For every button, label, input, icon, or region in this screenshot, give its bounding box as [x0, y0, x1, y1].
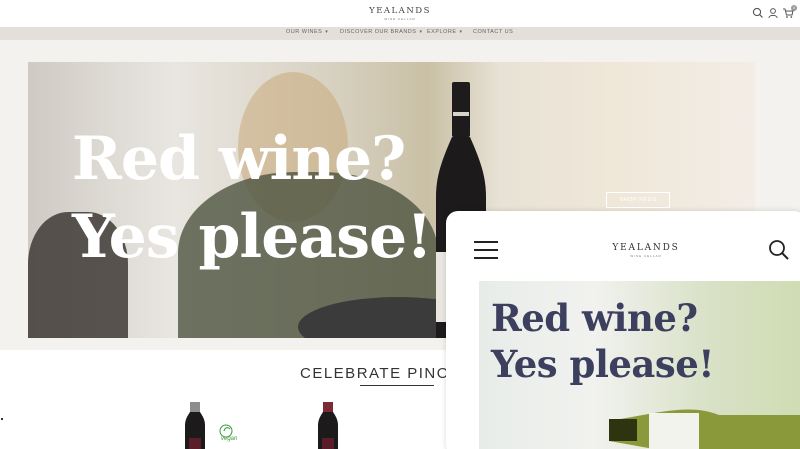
product-bottle-image[interactable]: [184, 402, 206, 449]
tablet-preview: YEALANDS WINE CELLAR Red wine? Yes pleas…: [446, 211, 800, 449]
hamburger-menu-icon[interactable]: [474, 240, 498, 260]
tablet-hero-headline-line2: Yes please!: [491, 342, 715, 386]
main-navigation: OUR WINES ▾ DISCOVER OUR BRANDS ▾ EXPLORE ▾…: [0, 27, 800, 40]
nav-item-label: CONTACT US: [473, 29, 514, 35]
search-icon[interactable]: [768, 239, 790, 261]
hero-headline: Red wine? Yes please!: [72, 120, 433, 276]
search-icon[interactable]: [752, 7, 764, 19]
product-bottle-image[interactable]: [317, 402, 339, 449]
logo-subtext: WINE CELLAR: [384, 17, 416, 21]
site-logo[interactable]: YEALANDS WINE CELLAR: [368, 6, 432, 21]
vegan-badge-icon: vegan: [219, 424, 238, 442]
tablet-logo-text: YEALANDS: [612, 243, 680, 253]
site-header: YEALANDS WINE CELLAR 0: [0, 0, 800, 27]
section-title-underline: [360, 385, 434, 386]
nav-item-label: EXPLORE: [427, 29, 457, 35]
shop-reds-button[interactable]: SHOP REDS: [606, 192, 670, 208]
user-icon[interactable]: [767, 7, 779, 19]
hero-headline-line1: Red wine?: [72, 124, 406, 194]
tablet-logo[interactable]: YEALANDS WINE CELLAR: [606, 243, 686, 258]
section-title: CELEBRATE PINOT: [300, 365, 461, 382]
hero-headline-line2: Yes please!: [72, 202, 433, 272]
tablet-hero-headline: Red wine? Yes please!: [491, 295, 715, 387]
logo-text: YEALANDS: [369, 6, 431, 16]
stray-dot: [1, 418, 3, 420]
chevron-down-icon: ▾: [459, 29, 463, 35]
chevron-down-icon: ▾: [325, 29, 329, 35]
cart-count-badge: 0: [791, 5, 797, 11]
nav-item-our-wines[interactable]: OUR WINES ▾: [286, 29, 328, 35]
tablet-hero-banner[interactable]: Red wine? Yes please!: [479, 281, 800, 449]
tablet-hero-headline-line1: Red wine?: [491, 296, 698, 340]
nav-item-contact-us[interactable]: CONTACT US: [473, 29, 513, 35]
nav-item-label: OUR WINES: [286, 29, 323, 35]
chevron-down-icon: ▾: [419, 29, 423, 35]
nav-item-discover-our-brands[interactable]: DISCOVER OUR BRANDS ▾: [340, 29, 422, 35]
wine-bottle-image: [609, 409, 800, 449]
tablet-logo-subtext: WINE CELLAR: [630, 254, 662, 258]
nav-item-label: DISCOVER OUR BRANDS: [340, 29, 417, 35]
nav-item-explore[interactable]: EXPLORE ▾: [427, 29, 463, 35]
vegan-badge-label: vegan: [221, 436, 238, 442]
